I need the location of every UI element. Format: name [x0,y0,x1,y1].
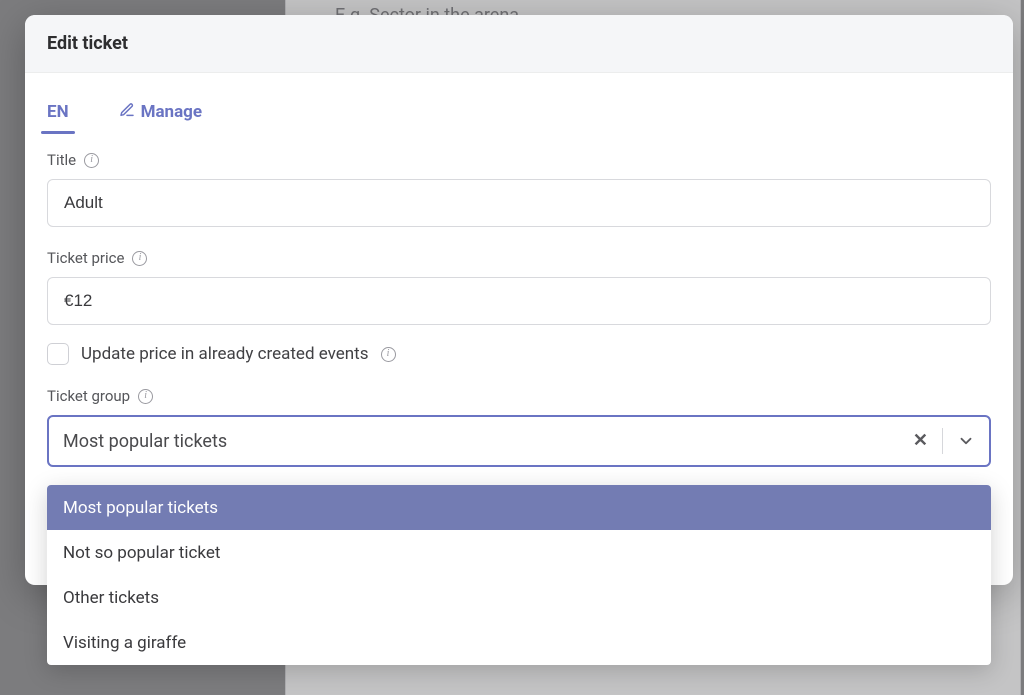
tab-label: Manage [141,102,203,122]
dropdown-option[interactable]: Not so popular ticket [47,530,991,575]
option-label: Most popular tickets [63,498,218,518]
field-title: Title i [47,151,991,227]
title-input[interactable] [47,179,991,227]
field-label-row: Title i [47,151,991,169]
option-label: Other tickets [63,588,159,608]
chevron-down-icon[interactable] [957,432,975,450]
select-actions: ✕ [913,428,975,454]
info-icon[interactable]: i [84,153,99,168]
update-price-checkbox[interactable] [47,343,69,365]
clear-icon[interactable]: ✕ [913,432,928,450]
field-price: Ticket price i [47,249,991,325]
option-label: Visiting a giraffe [63,633,186,653]
info-icon[interactable]: i [132,251,147,266]
field-label: Ticket group [47,387,130,405]
dropdown-option[interactable]: Other tickets [47,575,991,620]
field-label: Title [47,151,76,169]
tab-manage[interactable]: Manage [119,91,203,133]
checkbox-label: Update price in already created events [81,344,369,364]
info-icon[interactable]: i [138,389,153,404]
separator [942,428,943,454]
field-label-row: Ticket group i [47,387,991,405]
option-label: Not so popular ticket [63,543,220,563]
update-price-row: Update price in already created events i [47,343,991,365]
tab-language-en[interactable]: EN [47,91,69,133]
tab-label: EN [47,102,69,122]
language-tabs: EN Manage [47,91,991,133]
field-label: Ticket price [47,249,124,267]
field-label-row: Ticket price i [47,249,991,267]
ticket-group-dropdown: Most popular tickets Not so popular tick… [47,485,991,665]
price-input[interactable] [47,277,991,325]
field-ticket-group: Ticket group i Most popular tickets ✕ [47,387,991,467]
dropdown-option[interactable]: Visiting a giraffe [47,620,991,665]
info-icon[interactable]: i [381,347,396,362]
modal-header: Edit ticket [25,15,1013,73]
modal-body: EN Manage Title i Ticket price i [25,73,1013,489]
pencil-icon [119,102,135,123]
dropdown-option[interactable]: Most popular tickets [47,485,991,530]
ticket-group-select[interactable]: Most popular tickets ✕ [47,415,991,467]
select-value: Most popular tickets [63,431,913,452]
modal-title: Edit ticket [47,33,128,54]
